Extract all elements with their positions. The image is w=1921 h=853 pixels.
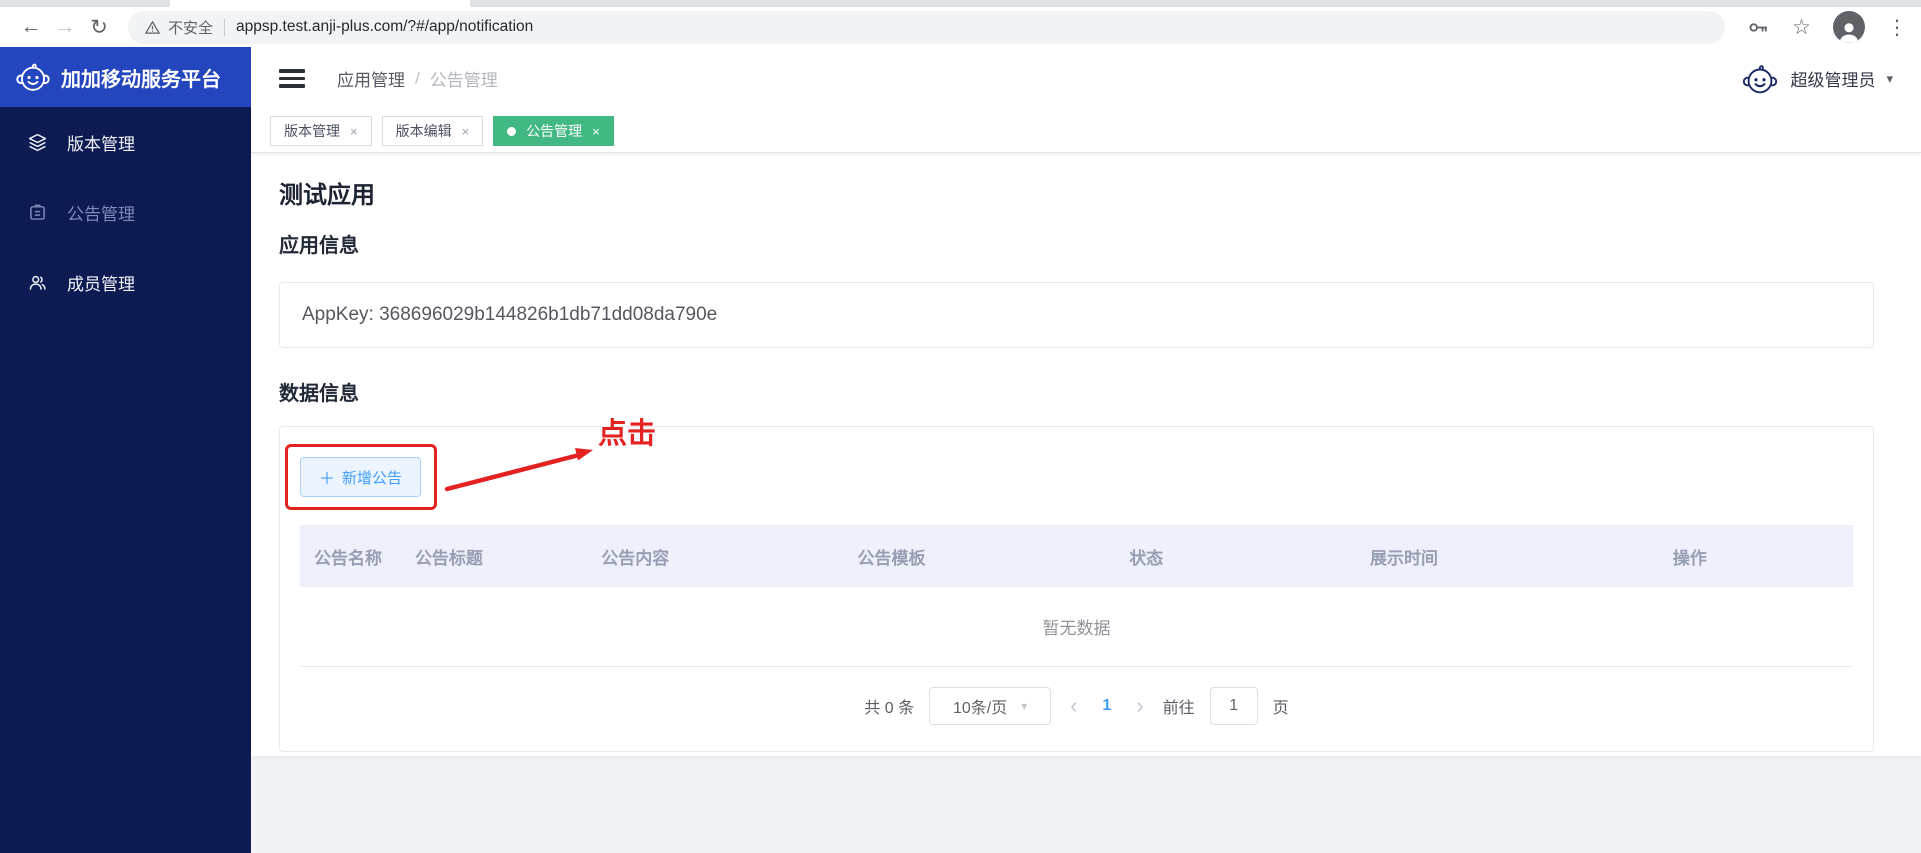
brand-title: 加加移动服务平台	[61, 68, 221, 91]
breadcrumb-notification-management: 公告管理	[429, 71, 498, 90]
users-icon	[29, 275, 46, 290]
reload-icon[interactable]: ↻	[82, 15, 116, 40]
column-header: 公告名称	[314, 548, 382, 568]
breadcrumb: 应用管理 / 公告管理	[337, 66, 498, 91]
prev-page-icon[interactable]: ‹	[1066, 695, 1081, 717]
column-header: 公告标题	[414, 548, 483, 568]
sidebar-item-version[interactable]: 版本管理	[0, 107, 251, 177]
goto-label: 前往	[1162, 700, 1195, 717]
plus-icon: ＋	[319, 471, 336, 488]
next-page-icon[interactable]: ›	[1132, 695, 1147, 717]
empty-text: 暂无数据	[1042, 619, 1111, 638]
content-area: 测试应用 应用信息 AppKey: 368696029b144826b1db71…	[251, 153, 1921, 853]
browser-menu-icon[interactable]: ⋮	[1887, 15, 1907, 40]
goto-page-input[interactable]	[1209, 687, 1258, 725]
browser-toolbar: ← → ↻ 不安全 appsp.test.anji-plus.com/?#/ap…	[0, 7, 1921, 47]
breadcrumb-separator: /	[415, 68, 420, 88]
tab-version-edit[interactable]: 版本编辑 ×	[381, 116, 484, 146]
page-size-select[interactable]: 10条/页 ▾	[929, 687, 1052, 725]
baby-logo-icon	[16, 63, 50, 91]
key-icon[interactable]	[1747, 16, 1770, 39]
appkey-value: AppKey: 368696029b144826b1db71dd08da790e	[302, 304, 718, 325]
table-empty-state: 暂无数据	[300, 587, 1853, 667]
sidebar-item-label: 版本管理	[67, 134, 135, 154]
add-notification-button[interactable]: ＋ 新增公告	[300, 457, 422, 497]
forward-icon[interactable]: →	[48, 15, 82, 39]
close-icon[interactable]: ×	[592, 124, 600, 139]
pagination-total: 共 0 条	[864, 700, 915, 717]
browser-chrome: ← → ↻ 不安全 appsp.test.anji-plus.com/?#/ap…	[0, 0, 1921, 47]
sidebar: 加加移动服务平台 版本管理 公告管理 成员管理	[0, 47, 251, 853]
sidebar-item-label: 公告管理	[67, 204, 135, 224]
clipboard-icon	[30, 204, 45, 220]
tag-tab-bar: 版本管理 × 版本编辑 × 公告管理 ×	[251, 110, 1921, 153]
url-divider	[224, 18, 226, 36]
url-text: appsp.test.anji-plus.com/?#/app/notifica…	[236, 18, 534, 35]
annotation-click-label: 点击	[598, 418, 657, 450]
main-panel: 应用管理 / 公告管理 超级管理员 ▾ 版本管理 × 版本编辑 × 公告管理 ×…	[251, 47, 1921, 853]
browser-actions: ☆ ⋮	[1747, 11, 1907, 43]
active-browser-tab[interactable]	[170, 0, 470, 7]
add-notification-label: 新增公告	[342, 469, 403, 487]
layers-icon	[28, 133, 47, 151]
appkey-box: AppKey: 368696029b144826b1db71dd08da790e	[279, 282, 1874, 348]
chevron-down-icon: ▾	[1886, 70, 1893, 86]
tab-label: 公告管理	[526, 123, 583, 139]
sidebar-item-label: 成员管理	[67, 274, 135, 294]
app-frame: 加加移动服务平台 版本管理 公告管理 成员管理 应用管理 / 公告管理 超级管理…	[0, 47, 1921, 853]
chevron-down-icon: ▾	[1021, 699, 1028, 713]
user-name: 超级管理员	[1790, 71, 1876, 90]
close-icon[interactable]: ×	[350, 124, 358, 139]
column-header: 展示时间	[1370, 548, 1438, 568]
app-info-heading: 应用信息	[279, 235, 359, 257]
column-header: 操作	[1672, 548, 1707, 568]
browser-profile-avatar[interactable]	[1833, 11, 1865, 43]
user-menu[interactable]: 超级管理员 ▾	[1741, 60, 1893, 98]
warning-icon	[145, 20, 160, 34]
hamburger-icon[interactable]	[279, 69, 305, 88]
app-header: 应用管理 / 公告管理 超级管理员 ▾	[251, 47, 1921, 110]
pagination: 共 0 条 10条/页 ▾ ‹ 1 › 前往 页	[300, 687, 1853, 725]
security-label: 不安全	[168, 19, 214, 37]
goto-unit-label: 页	[1272, 700, 1289, 717]
page-number-1[interactable]: 1	[1096, 697, 1117, 715]
breadcrumb-app-management[interactable]: 应用管理	[337, 66, 405, 91]
page-size-value: 10条/页	[952, 700, 1008, 717]
tab-label: 版本编辑	[395, 123, 452, 139]
page-card: 测试应用 应用信息 AppKey: 368696029b144826b1db71…	[251, 153, 1921, 756]
address-bar[interactable]: 不安全 appsp.test.anji-plus.com/?#/app/noti…	[128, 10, 1726, 44]
back-icon[interactable]: ←	[14, 15, 48, 39]
tab-version-management[interactable]: 版本管理 ×	[270, 116, 372, 146]
column-header: 公告内容	[601, 548, 670, 568]
data-info-heading: 数据信息	[279, 383, 359, 405]
table-header-row: 公告名称 公告标题 公告内容 公告模板 状态 展示时间 操作	[300, 525, 1853, 587]
column-header: 公告模板	[857, 548, 926, 568]
bookmark-star-icon[interactable]: ☆	[1792, 15, 1811, 40]
close-icon[interactable]: ×	[462, 124, 470, 139]
sidebar-item-members[interactable]: 成员管理	[0, 247, 251, 317]
brand[interactable]: 加加移动服务平台	[0, 47, 251, 107]
page-title: 测试应用	[279, 182, 375, 209]
sidebar-item-notification[interactable]: 公告管理	[0, 177, 251, 247]
tab-notification-management[interactable]: 公告管理 ×	[493, 116, 614, 146]
data-box: ＋ 新增公告 公告名称 公告标题 公告内容 公告模板 状态 展示时间 操作 暂无…	[279, 426, 1874, 752]
tab-label: 版本管理	[284, 123, 340, 139]
column-header: 状态	[1129, 548, 1164, 568]
active-dot-icon	[507, 126, 517, 136]
person-icon	[1839, 23, 1859, 43]
user-baby-icon	[1743, 64, 1778, 93]
